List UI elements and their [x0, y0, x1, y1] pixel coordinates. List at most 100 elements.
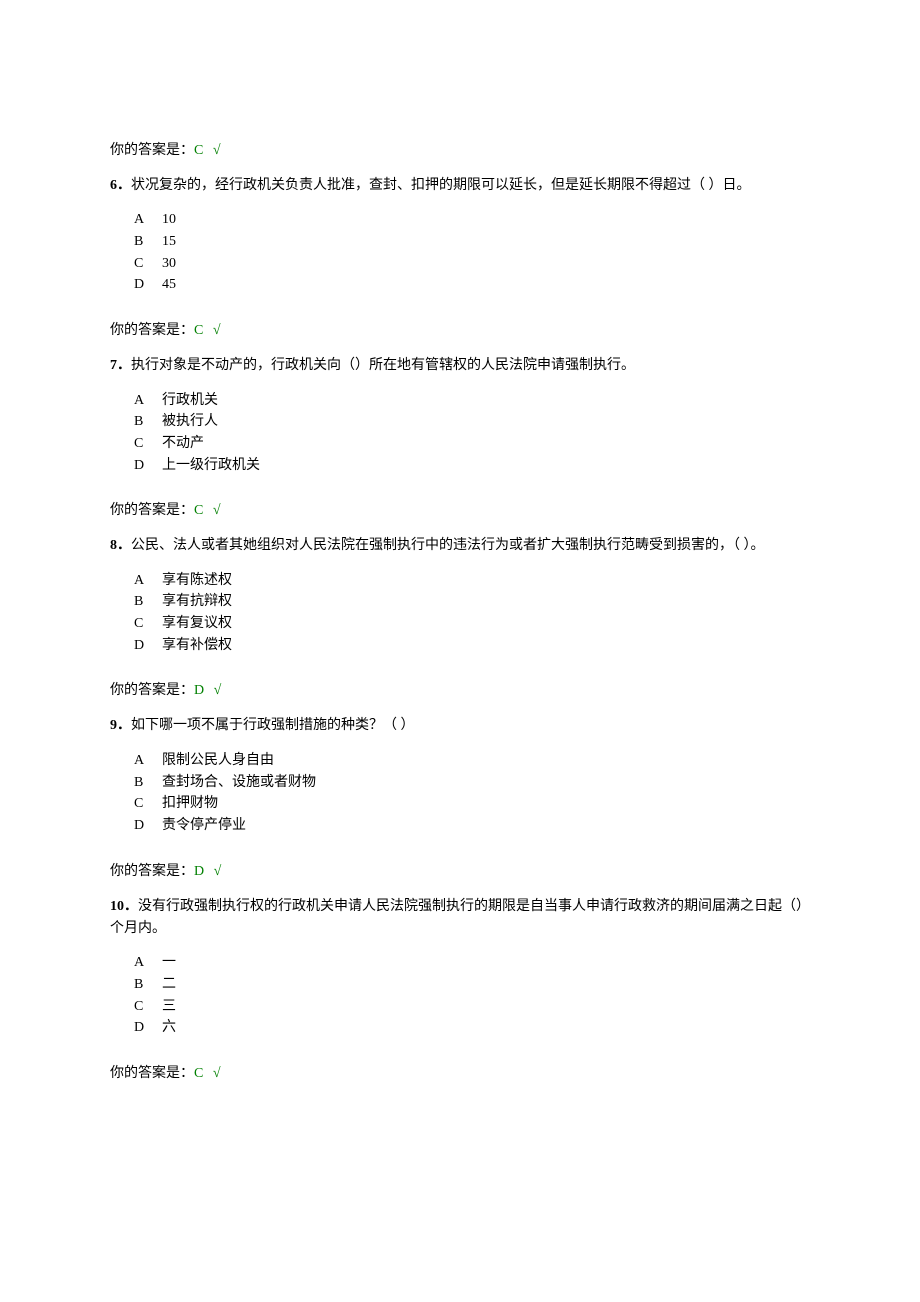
- answer-line: 你的答案是：C √: [110, 320, 810, 341]
- question-text: 8．公民、法人或者其她组织对人民法院在强制执行中的违法行为或者扩大强制执行范畴受…: [110, 535, 810, 557]
- option-text: 上一级行政机关: [162, 458, 260, 473]
- option-text: 二: [162, 977, 176, 992]
- option-text: 六: [162, 1020, 176, 1035]
- question-number: 6．: [110, 178, 131, 193]
- option-text: 享有复议权: [162, 616, 232, 631]
- option-letter: A: [134, 750, 162, 772]
- answer-value: D: [194, 683, 204, 698]
- option-row: A一: [134, 952, 810, 974]
- option-text: 扣押财物: [162, 796, 218, 811]
- option-letter: B: [134, 411, 162, 433]
- option-letter: C: [134, 613, 162, 635]
- answer-label: 你的答案是：: [110, 143, 194, 158]
- option-row: D六: [134, 1017, 810, 1039]
- option-row: B被执行人: [134, 411, 810, 433]
- option-text: 行政机关: [162, 393, 218, 408]
- option-row: C三: [134, 996, 810, 1018]
- option-text: 被执行人: [162, 414, 218, 429]
- question-body: 执行对象是不动产的，行政机关向（）所在地有管辖权的人民法院申请强制执行。: [131, 358, 635, 373]
- check-mark-icon: √: [209, 1066, 220, 1081]
- option-letter: B: [134, 772, 162, 794]
- option-row: B查封场合、设施或者财物: [134, 772, 810, 794]
- option-row: C扣押财物: [134, 793, 810, 815]
- option-row: B享有抗辩权: [134, 591, 810, 613]
- option-text: 限制公民人身自由: [162, 753, 274, 768]
- question-body: 没有行政强制执行权的行政机关申请人民法院强制执行的期限是自当事人申请行政救济的期…: [110, 899, 810, 936]
- option-text: 一: [162, 955, 176, 970]
- option-letter: C: [134, 433, 162, 455]
- option-letter: C: [134, 793, 162, 815]
- answer-label: 你的答案是：: [110, 323, 194, 338]
- option-text: 45: [162, 277, 176, 292]
- question-text: 7．执行对象是不动产的，行政机关向（）所在地有管辖权的人民法院申请强制执行。: [110, 355, 810, 377]
- option-letter: B: [134, 231, 162, 253]
- question-text: 9．如下哪一项不属于行政强制措施的种类？（ ）: [110, 715, 810, 737]
- answer-line: 你的答案是：C √: [110, 500, 810, 521]
- answer-value: C: [194, 503, 203, 518]
- quiz-document: 你的答案是：C √6．状况复杂的，经行政机关负责人批准，查封、扣押的期限可以延长…: [110, 140, 810, 1084]
- question-number: 9．: [110, 718, 131, 733]
- option-text: 查封场合、设施或者财物: [162, 775, 316, 790]
- question-body: 如下哪一项不属于行政强制措施的种类？（ ）: [131, 718, 415, 733]
- option-row: D享有补偿权: [134, 635, 810, 657]
- options-list: A享有陈述权B享有抗辩权C享有复议权D享有补偿权: [110, 570, 810, 657]
- option-text: 15: [162, 234, 176, 249]
- option-letter: D: [134, 815, 162, 837]
- option-text: 三: [162, 999, 176, 1014]
- answer-label: 你的答案是：: [110, 503, 194, 518]
- option-letter: D: [134, 274, 162, 296]
- answer-label: 你的答案是：: [110, 683, 194, 698]
- question-text: 10．没有行政强制执行权的行政机关申请人民法院强制执行的期限是自当事人申请行政救…: [110, 896, 810, 941]
- option-text: 不动产: [162, 436, 204, 451]
- option-letter: A: [134, 390, 162, 412]
- option-row: A行政机关: [134, 390, 810, 412]
- option-row: A享有陈述权: [134, 570, 810, 592]
- option-letter: D: [134, 1017, 162, 1039]
- option-text: 责令停产停业: [162, 818, 246, 833]
- option-row: C30: [134, 253, 810, 275]
- check-mark-icon: √: [209, 503, 220, 518]
- option-letter: A: [134, 570, 162, 592]
- answer-value: D: [194, 864, 204, 879]
- answer-value: C: [194, 323, 203, 338]
- options-list: A10B15C30D45: [110, 209, 810, 296]
- answer-line: 你的答案是：D √: [110, 861, 810, 882]
- option-text: 享有抗辩权: [162, 594, 232, 609]
- answer-line: 你的答案是：D √: [110, 680, 810, 701]
- option-row: A限制公民人身自由: [134, 750, 810, 772]
- option-row: D责令停产停业: [134, 815, 810, 837]
- option-row: A10: [134, 209, 810, 231]
- option-letter: D: [134, 455, 162, 477]
- option-letter: C: [134, 996, 162, 1018]
- question-body: 公民、法人或者其她组织对人民法院在强制执行中的违法行为或者扩大强制执行范畴受到损…: [131, 538, 765, 553]
- answer-label: 你的答案是：: [110, 1066, 194, 1081]
- check-mark-icon: √: [210, 864, 221, 879]
- option-row: C不动产: [134, 433, 810, 455]
- check-mark-icon: √: [209, 323, 220, 338]
- answer-line: 你的答案是：C √: [110, 1063, 810, 1084]
- options-list: A行政机关B被执行人C不动产D上一级行政机关: [110, 390, 810, 477]
- option-text: 享有补偿权: [162, 638, 232, 653]
- option-row: D上一级行政机关: [134, 455, 810, 477]
- option-text: 享有陈述权: [162, 573, 232, 588]
- question-number: 8．: [110, 538, 131, 553]
- option-letter: B: [134, 591, 162, 613]
- option-letter: C: [134, 253, 162, 275]
- option-letter: A: [134, 952, 162, 974]
- question-body: 状况复杂的，经行政机关负责人批准，查封、扣押的期限可以延长，但是延长期限不得超过…: [131, 178, 751, 193]
- check-mark-icon: √: [210, 683, 221, 698]
- option-letter: D: [134, 635, 162, 657]
- check-mark-icon: √: [209, 143, 220, 158]
- answer-line: 你的答案是：C √: [110, 140, 810, 161]
- question-number: 10．: [110, 899, 138, 914]
- answer-label: 你的答案是：: [110, 864, 194, 879]
- options-list: A限制公民人身自由B查封场合、设施或者财物C扣押财物D责令停产停业: [110, 750, 810, 837]
- options-list: A一B二C三D六: [110, 952, 810, 1039]
- option-row: C享有复议权: [134, 613, 810, 635]
- question-text: 6．状况复杂的，经行政机关负责人批准，查封、扣押的期限可以延长，但是延长期限不得…: [110, 175, 810, 197]
- option-text: 30: [162, 256, 176, 271]
- question-number: 7．: [110, 358, 131, 373]
- option-letter: A: [134, 209, 162, 231]
- answer-value: C: [194, 1066, 203, 1081]
- option-row: B15: [134, 231, 810, 253]
